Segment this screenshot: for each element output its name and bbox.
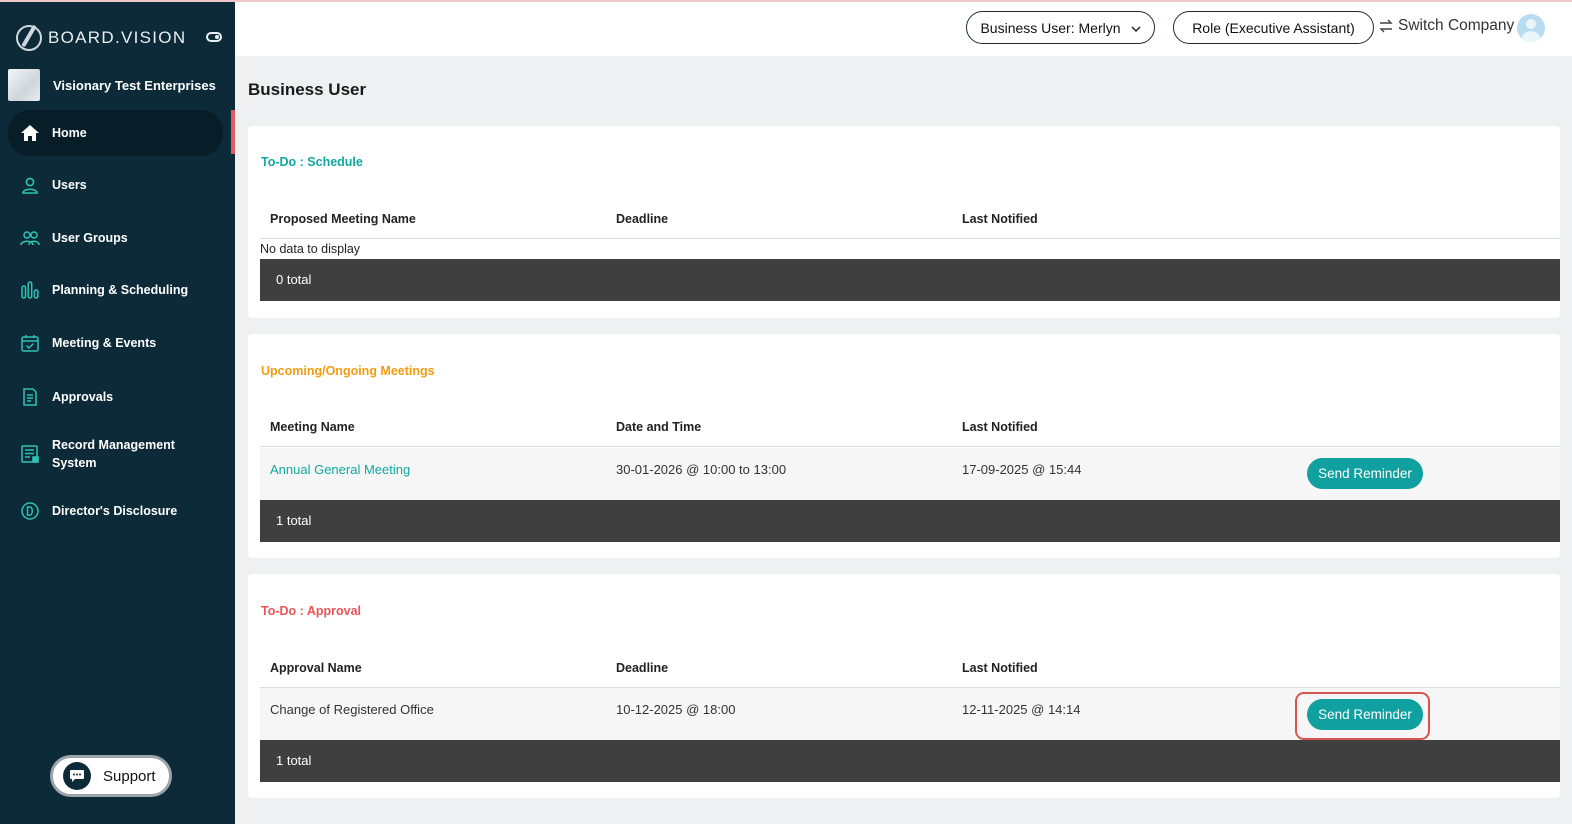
- chat-icon: [63, 762, 91, 790]
- column-header[interactable]: Proposed Meeting Name: [270, 212, 416, 226]
- column-header[interactable]: Date and Time: [616, 420, 701, 434]
- meeting-name-link[interactable]: Annual General Meeting: [270, 462, 410, 477]
- sidebar-item-label: Record Management System: [52, 438, 175, 470]
- sidebar-item-users[interactable]: Users: [8, 174, 223, 196]
- company-logo: [8, 69, 40, 101]
- sidebar-item-label: Users: [52, 178, 87, 192]
- table-row: Annual General Meeting 30-01-2026 @ 10:0…: [260, 448, 1560, 500]
- top-header: Business User: Merlyn Role (Executive As…: [235, 2, 1572, 56]
- meetings-card: Upcoming/Ongoing Meetings Meeting Name D…: [248, 334, 1560, 558]
- user-icon: [20, 175, 40, 195]
- support-label: Support: [103, 767, 156, 785]
- empty-message: No data to display: [260, 242, 361, 256]
- total-count: 0 total: [276, 272, 312, 287]
- approval-title: To-Do : Approval: [261, 604, 361, 618]
- brand-mark-icon: [16, 25, 42, 51]
- last-notified: 17-09-2025 @ 15:44: [962, 462, 1082, 477]
- column-header[interactable]: Last Notified: [962, 212, 1038, 226]
- brand-name: BOARD.VISION: [48, 28, 187, 47]
- bar-chart-icon: [20, 280, 40, 300]
- meeting-datetime: 30-01-2026 @ 10:00 to 13:00: [616, 462, 787, 477]
- switch-company-button[interactable]: Switch Company: [1378, 17, 1514, 35]
- sidebar-item-label: Planning & Scheduling: [52, 283, 189, 297]
- calendar-check-icon: [20, 333, 40, 353]
- approval-card: To-Do : Approval Approval Name Deadline …: [248, 574, 1560, 798]
- meetings-title: Upcoming/Ongoing Meetings: [261, 364, 435, 378]
- document-icon: [20, 387, 40, 407]
- sidebar-toggle-icon[interactable]: [206, 32, 222, 42]
- sidebar-item-record-management[interactable]: Record Management System: [8, 434, 223, 474]
- home-icon: [20, 123, 40, 143]
- send-reminder-button[interactable]: Send Reminder: [1307, 458, 1423, 489]
- sidebar-item-label: Meeting & Events: [52, 336, 157, 350]
- schedule-card: To-Do : Schedule Proposed Meeting Name D…: [248, 126, 1560, 318]
- page-title: Business User: [248, 80, 367, 99]
- column-header[interactable]: Last Notified: [962, 420, 1038, 434]
- schedule-table-header: Proposed Meeting Name Deadline Last Noti…: [260, 199, 1560, 239]
- top-accent-line: [0, 0, 1572, 2]
- switch-company-label: Switch Company: [1398, 17, 1515, 34]
- approval-deadline: 10-12-2025 @ 18:00: [616, 702, 736, 717]
- users-icon: [20, 228, 40, 248]
- column-header[interactable]: Deadline: [616, 661, 668, 675]
- schedule-table-footer: 0 total: [260, 259, 1560, 301]
- sidebar: BOARD.VISION Visionary Test Enterprises …: [0, 0, 235, 824]
- brand-logo[interactable]: BOARD.VISION: [16, 24, 186, 52]
- sidebar-item-label: Approvals: [52, 390, 114, 404]
- last-notified: 12-11-2025 @ 14:14: [962, 702, 1081, 717]
- sidebar-item-directors-disclosure[interactable]: Director's Disclosure: [8, 500, 223, 522]
- approval-name: Change of Registered Office: [270, 702, 434, 717]
- records-icon: [20, 444, 40, 464]
- column-header[interactable]: Last Notified: [962, 661, 1038, 675]
- sidebar-item-planning-scheduling[interactable]: Planning & Scheduling: [8, 279, 223, 301]
- company-name: Visionary Test Enterprises: [53, 77, 216, 93]
- column-header[interactable]: Deadline: [616, 212, 668, 226]
- send-reminder-button[interactable]: Send Reminder: [1307, 699, 1423, 730]
- chevron-down-icon: [1130, 20, 1141, 36]
- approval-table-header: Approval Name Deadline Last Notified: [260, 648, 1560, 688]
- business-user-dropdown[interactable]: Business User: Merlyn: [966, 11, 1155, 44]
- company-selector[interactable]: Visionary Test Enterprises: [8, 68, 230, 102]
- approval-table-footer: 1 total: [260, 740, 1560, 782]
- column-header[interactable]: Meeting Name: [270, 420, 355, 434]
- sidebar-item-label: Home: [52, 126, 87, 140]
- meetings-table-footer: 1 total: [260, 500, 1560, 542]
- sidebar-item-home[interactable]: Home: [8, 110, 223, 156]
- avatar[interactable]: [1517, 14, 1545, 42]
- sidebar-item-user-groups[interactable]: User Groups: [8, 227, 223, 249]
- d-circle-icon: [20, 501, 40, 521]
- schedule-title: To-Do : Schedule: [261, 155, 363, 169]
- table-row: Change of Registered Office 10-12-2025 @…: [260, 688, 1560, 740]
- meetings-table-header: Meeting Name Date and Time Last Notified: [260, 407, 1560, 447]
- role-button[interactable]: Role (Executive Assistant): [1173, 11, 1374, 44]
- sidebar-item-meeting-events[interactable]: Meeting & Events: [8, 332, 223, 354]
- total-count: 1 total: [276, 513, 312, 528]
- swap-icon: [1378, 18, 1394, 34]
- sidebar-item-label: Director's Disclosure: [52, 504, 178, 518]
- sidebar-item-label: User Groups: [52, 231, 128, 245]
- active-indicator: [231, 110, 235, 154]
- column-header[interactable]: Approval Name: [270, 661, 362, 675]
- role-label: Role (Executive Assistant): [1192, 19, 1355, 36]
- support-button[interactable]: Support: [50, 755, 172, 797]
- business-user-label: Business User: Merlyn: [980, 19, 1121, 36]
- sidebar-item-approvals[interactable]: Approvals: [8, 386, 223, 408]
- total-count: 1 total: [276, 753, 312, 768]
